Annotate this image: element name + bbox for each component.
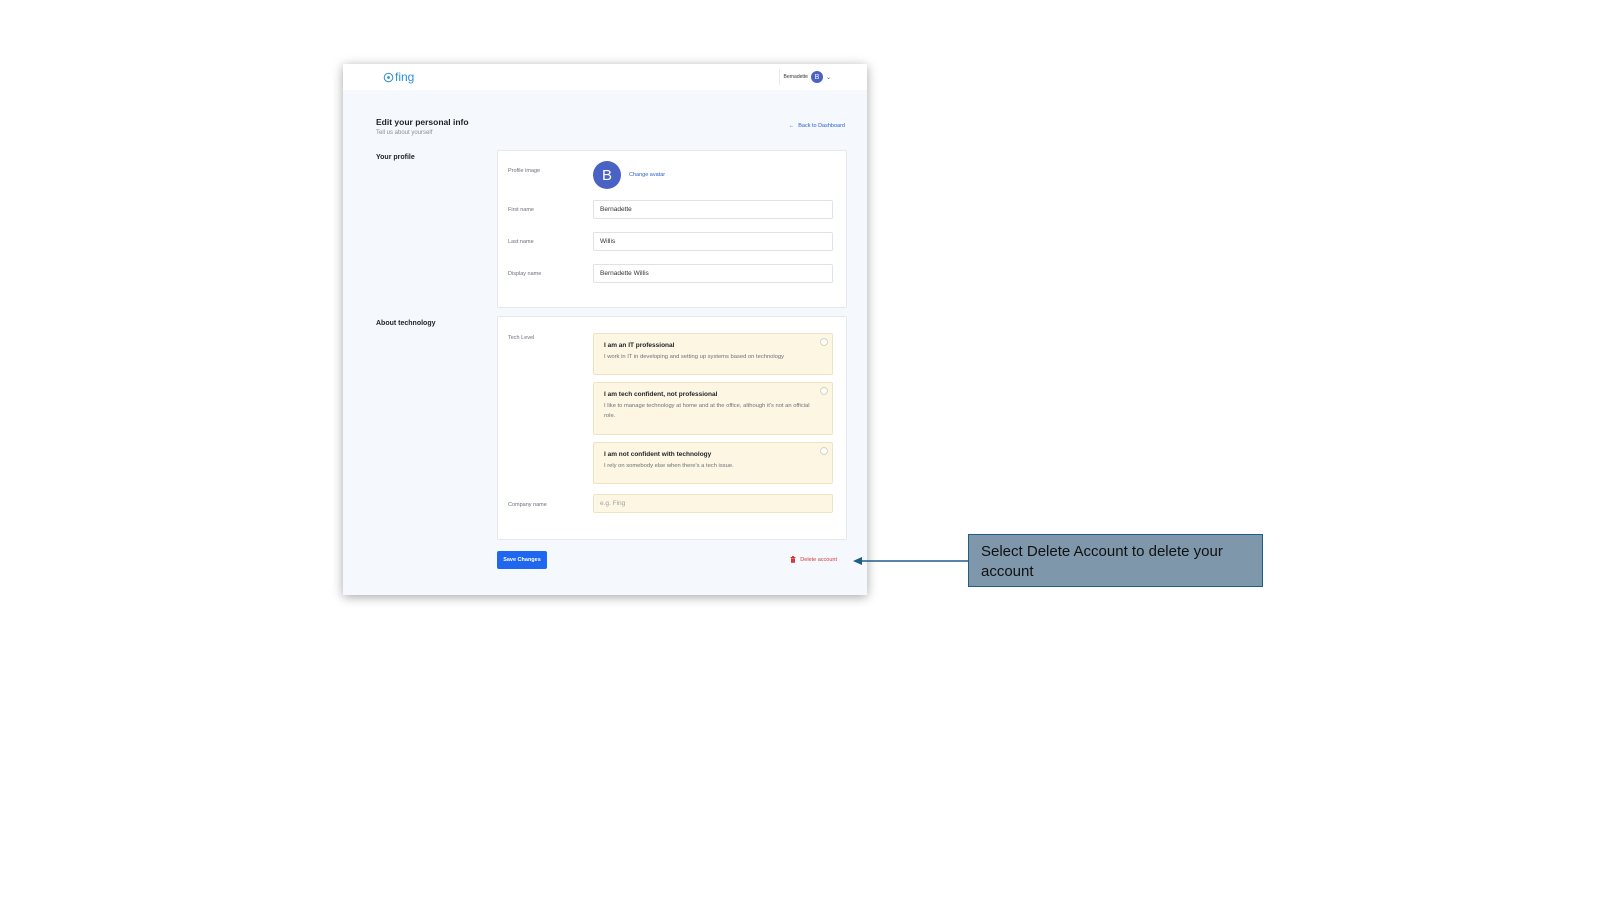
callout-arrow (853, 557, 968, 565)
callout-box: Select Delete Account to delete your acc… (968, 534, 1263, 587)
